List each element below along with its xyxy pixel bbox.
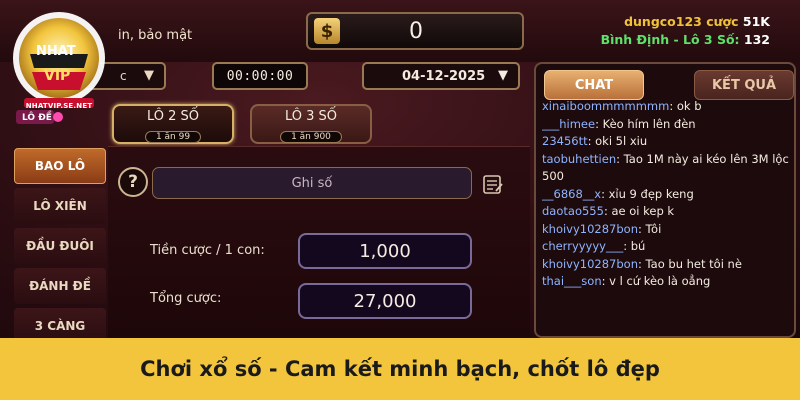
tab-label: LÔ 3 SỐ [284,109,338,124]
chat-message: khoivy10287bon: Tao bu het tôi nè [542,256,742,271]
bet-per-input[interactable]: 1,000 [298,233,472,269]
chat-message: cherryyyyy___: bú [542,239,646,253]
side-item-danh-de[interactable]: ĐÁNH ĐỀ [14,268,106,304]
user-bet-info: dungco123 cược 51K [624,14,770,29]
tab-label: LÔ 2 SỐ [146,109,200,124]
tab-lo-2-so[interactable]: LÔ 2 SỐ 1 ăn 99 [112,104,234,144]
side-item-dau-duoi[interactable]: ĐẦU ĐUÔI [14,228,106,264]
user-bet-value: 51K [742,14,770,29]
chevron-down-icon: ▼ [498,68,508,83]
chevron-down-icon: ▼ [144,68,154,83]
user-name: dungco123 [624,14,702,29]
help-icon[interactable]: ? [118,167,148,197]
tab-odds: 1 ăn 99 [144,131,202,143]
balance-value: 0 [409,18,423,44]
side-menu: BAO LÔ LÔ XIÊN ĐẦU ĐUÔI ĐÁNH ĐỀ 3 CÀNG [14,148,106,338]
top-bar: in, bảo mật $ 0 dungco123 cược 51K Bình … [0,0,800,62]
side-item-3-cang[interactable]: 3 CÀNG [14,308,106,338]
chat-message-list[interactable]: xinaiboommmmmmm: ok b ___himee: Kèo hím … [542,98,790,336]
region-label: Bình Định - Lô 3 Số: [600,32,740,47]
game-screen: in, bảo mật $ 0 dungco123 cược 51K Bình … [0,0,800,338]
tab-results[interactable]: KẾT QUẢ [694,70,794,100]
promo-banner: Chơi xổ số - Cam kết minh bạch, chốt lô … [0,338,800,400]
logo-brand-bottom: VIP [44,68,71,84]
chat-message: ___himee: Kèo hím lên đèn [542,116,696,131]
chat-message: taobuhettien: Tao 1M này ai kéo lên 3M l… [542,151,789,184]
countdown-timer: 00:00:00 [212,62,308,90]
region-info: Bình Định - Lô 3 Số: 132 [601,32,770,47]
chat-message: __6868__x: xỉu 9 đẹp keng [542,186,694,201]
chat-message: daotao555: ae oi kep k [542,204,675,218]
chat-message: thai___son: v l cứ kèo là oẳng [542,274,711,288]
side-item-lo-xien[interactable]: LÔ XIÊN [14,188,106,224]
date-value: 04-12-2025 [402,69,486,84]
total-value: 27,000 [298,283,472,319]
note-number-input[interactable]: Ghi số [152,167,472,199]
logo-site: NHATVIP.SE.NET [25,102,93,110]
tab-chat[interactable]: CHAT [544,70,644,100]
bet-form-panel: ? Ghi số Tiền cược / 1 con: 1,000 Tổng c… [108,146,530,338]
tab-lo-3-so[interactable]: LÔ 3 SỐ 1 ăn 900 [250,104,372,144]
region-value: 132 [743,32,770,47]
chat-message: xinaiboommmmmmm: ok b [542,99,702,113]
logo-section: LÔ ĐỀ [22,113,52,123]
chat-message: khoivy10287bon: Tôi [542,221,662,236]
tab-odds: 1 ăn 900 [280,131,342,143]
chat-message: 23456tt: oki 5l xiu [542,134,648,148]
logo-brand-top: NHAT [36,44,76,59]
bet-per-label: Tiền cược / 1 con: [150,243,265,258]
date-select[interactable]: 04-12-2025 ▼ [362,62,520,90]
total-label: Tổng cược: [150,291,222,306]
game-type-value: c [120,69,127,83]
header-subtitle: in, bảo mật [118,28,193,43]
balance-display: $ 0 [306,12,524,50]
notepad-icon[interactable] [482,173,504,195]
chat-panel: CHAT KẾT QUẢ xinaiboommmmmmm: ok b ___hi… [534,62,796,338]
nhatvip-logo: NHAT VIP NHATVIP.SE.NET LÔ ĐỀ [10,6,108,126]
user-bet-label: cược [706,14,739,29]
side-item-bao-lo[interactable]: BAO LÔ [14,148,106,184]
banner-text: Chơi xổ số - Cam kết minh bạch, chốt lô … [140,357,660,381]
dollar-icon: $ [314,18,340,44]
